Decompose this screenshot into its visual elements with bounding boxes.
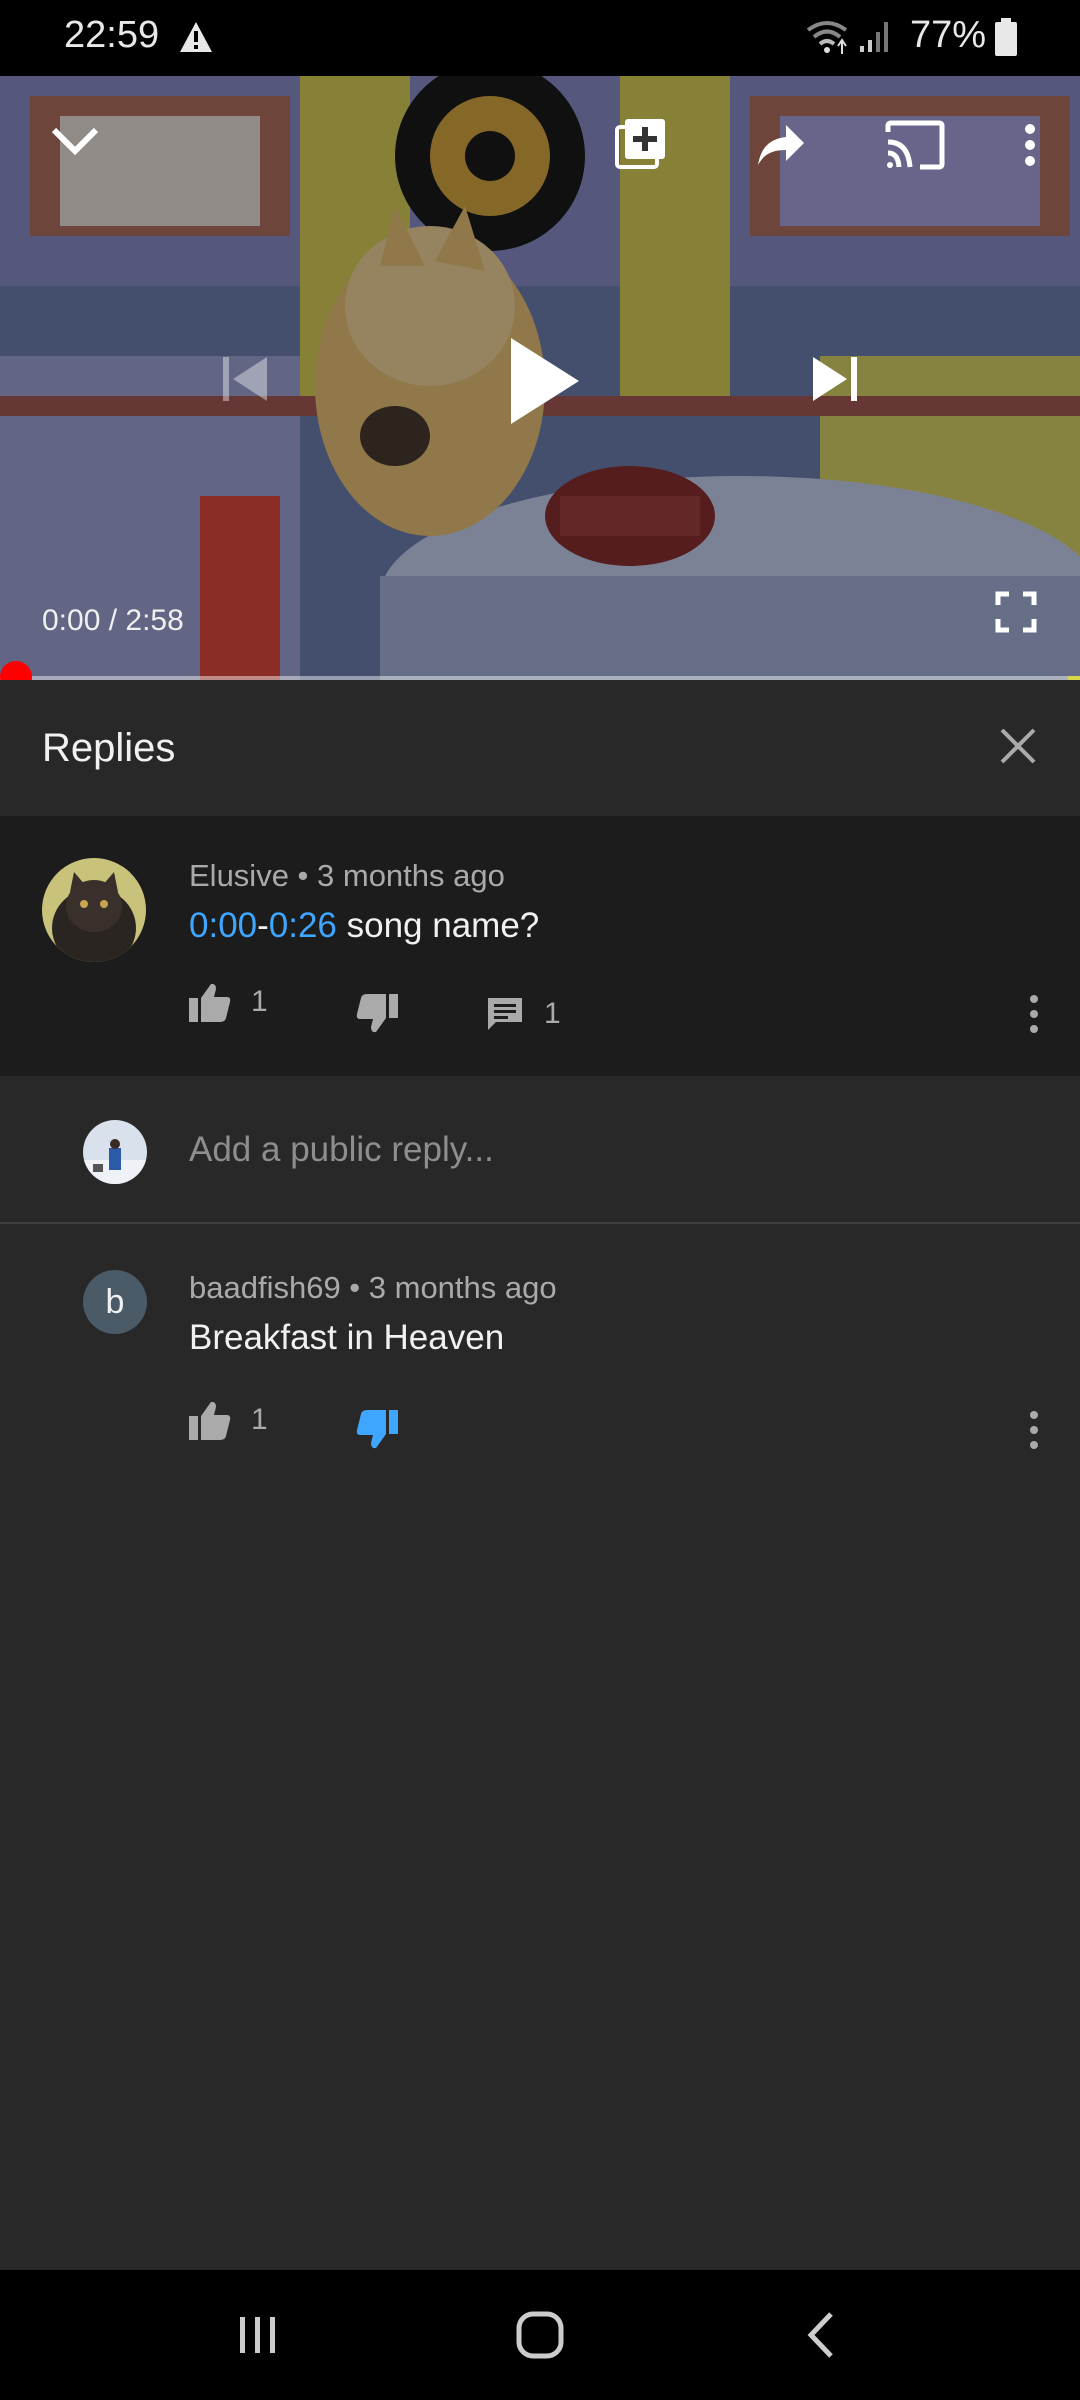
collapse-button[interactable] bbox=[40, 106, 110, 176]
battery-percent: 77% bbox=[910, 14, 987, 56]
warning-icon bbox=[180, 22, 212, 52]
back-icon bbox=[807, 2312, 833, 2358]
home-icon bbox=[516, 2311, 564, 2359]
comment-author-meta: baadfish69 • 3 months ago bbox=[189, 1270, 557, 1305]
previous-button[interactable] bbox=[210, 344, 280, 414]
thumbs-down-icon bbox=[356, 1410, 398, 1449]
thumbs-up-icon bbox=[189, 1401, 231, 1440]
status-time: 22:59 bbox=[64, 14, 160, 56]
comment-icon bbox=[488, 998, 522, 1030]
comment-body: song name? bbox=[336, 906, 540, 945]
like-count: 1 bbox=[251, 985, 268, 1018]
public-reply-input[interactable]: Add a public reply... bbox=[189, 1122, 1009, 1178]
comment-more-icon[interactable] bbox=[1022, 992, 1046, 1036]
reply-item: b baadfish69 • 3 months ago Breakfast in… bbox=[0, 1224, 1080, 2270]
next-button[interactable] bbox=[800, 344, 870, 414]
fullscreen-icon bbox=[995, 591, 1037, 633]
home-button[interactable] bbox=[500, 2300, 580, 2370]
avatar[interactable]: b bbox=[83, 1270, 147, 1334]
add-to-queue-button[interactable] bbox=[608, 110, 674, 176]
share-icon bbox=[758, 125, 804, 165]
cast-icon bbox=[885, 120, 945, 170]
system-nav-bar bbox=[0, 2270, 1080, 2400]
avatar bbox=[83, 1120, 147, 1184]
timestamp-link[interactable]: 0:26 bbox=[269, 906, 337, 945]
close-icon[interactable] bbox=[994, 722, 1042, 770]
reply-count-button[interactable]: 1 bbox=[486, 996, 561, 1032]
skip-previous-icon bbox=[223, 357, 267, 401]
status-bar: 22:59 77% bbox=[0, 0, 1080, 76]
like-button[interactable]: 1 bbox=[189, 1400, 268, 1440]
dislike-button[interactable] bbox=[356, 1410, 398, 1450]
timestamp-separator: - bbox=[257, 906, 269, 945]
thumbs-down-icon bbox=[356, 994, 398, 1033]
replies-title: Replies bbox=[42, 726, 176, 770]
timestamp-link[interactable]: 0:00 bbox=[189, 906, 257, 945]
comment-body: Breakfast in Heaven bbox=[189, 1318, 505, 1357]
thumbs-up-icon bbox=[189, 983, 231, 1022]
comment-author-meta: Elusive • 3 months ago bbox=[189, 858, 505, 893]
signal-icon bbox=[860, 22, 888, 52]
video-player[interactable]: 0:00 / 2:58 bbox=[0, 76, 1080, 680]
replies-header: Replies bbox=[0, 680, 1080, 816]
share-button[interactable] bbox=[748, 112, 814, 178]
add-to-queue-icon bbox=[615, 119, 665, 169]
time-readout: 0:00 / 2:58 bbox=[42, 604, 184, 637]
skip-next-icon bbox=[813, 357, 857, 401]
like-count: 1 bbox=[251, 1403, 268, 1436]
dislike-button[interactable] bbox=[356, 994, 398, 1034]
play-icon bbox=[511, 338, 579, 424]
cast-button[interactable] bbox=[880, 112, 950, 178]
comment-text: 0:00-0:26 song name? bbox=[189, 906, 539, 946]
chevron-down-icon bbox=[51, 127, 99, 156]
wifi-icon bbox=[806, 21, 848, 54]
more-vert-icon bbox=[1025, 124, 1035, 166]
fullscreen-button[interactable] bbox=[990, 586, 1042, 638]
back-button[interactable] bbox=[780, 2300, 860, 2370]
reply-composer: Add a public reply... bbox=[0, 1076, 1080, 1224]
user-avatar-image bbox=[83, 1120, 147, 1184]
reply-count: 1 bbox=[544, 997, 561, 1030]
player-more-button[interactable] bbox=[1010, 112, 1050, 178]
recents-icon bbox=[240, 2317, 275, 2353]
cat-avatar-image bbox=[42, 858, 146, 962]
avatar[interactable] bbox=[42, 858, 146, 962]
like-button[interactable]: 1 bbox=[189, 982, 268, 1022]
parent-comment: Elusive • 3 months ago 0:00-0:26 song na… bbox=[0, 816, 1080, 1076]
play-button[interactable] bbox=[494, 326, 594, 436]
comment-more-icon[interactable] bbox=[1022, 1408, 1046, 1452]
battery-icon bbox=[995, 18, 1017, 56]
recents-button[interactable] bbox=[218, 2300, 298, 2370]
